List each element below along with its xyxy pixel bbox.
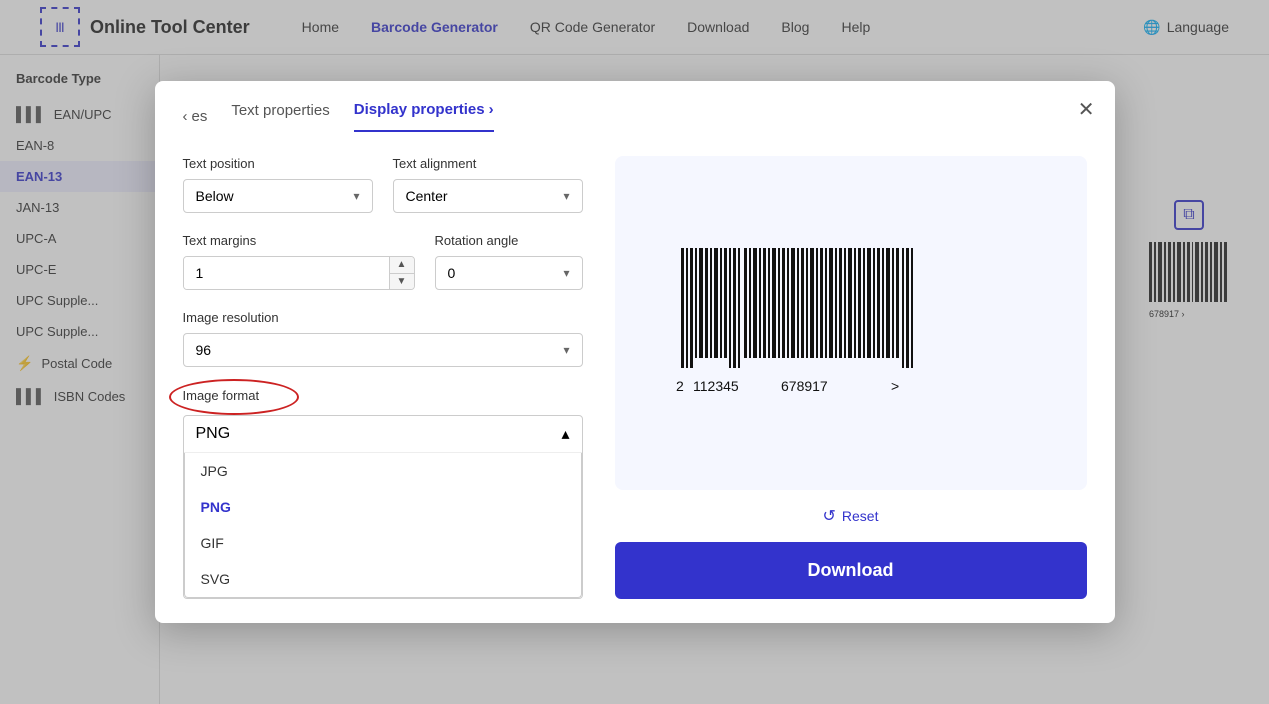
spinner-down-button[interactable]: ▼ <box>390 274 414 290</box>
chevron-down-icon-4: ▾ <box>563 343 569 357</box>
modal-dialog: ‹ es Text properties Display properties … <box>155 81 1115 623</box>
image-resolution-label: Image resolution <box>183 310 583 325</box>
tab-prev-label: es <box>192 108 208 125</box>
text-alignment-select[interactable]: Center ▾ <box>393 179 583 213</box>
text-position-label: Text position <box>183 156 373 171</box>
dropdown-item-jpg[interactable]: JPG <box>185 453 581 489</box>
tab-text-props-label: Text properties <box>231 102 329 119</box>
text-margins-input[interactable] <box>184 257 389 289</box>
text-position-value: Below <box>196 188 234 204</box>
image-format-selected-value: PNG <box>196 425 231 443</box>
form-group-text-margins: Text margins ▲ ▼ <box>183 233 415 290</box>
image-format-dropdown-header[interactable]: PNG ▴ <box>184 416 582 453</box>
text-margins-spinners: ▲ ▼ <box>389 257 414 289</box>
tab-text-properties[interactable]: Text properties <box>231 102 329 131</box>
spinner-up-button[interactable]: ▲ <box>390 257 414 274</box>
dropdown-item-png[interactable]: PNG <box>185 489 581 525</box>
chevron-down-icon: ▾ <box>353 189 359 203</box>
barcode-main-svg: 2 112345 678917 > <box>671 243 1031 403</box>
form-row-position-alignment: Text position Below ▾ Text alignment Cen… <box>183 156 583 213</box>
text-alignment-value: Center <box>406 188 448 204</box>
reset-row[interactable]: ↺ Reset <box>615 506 1087 526</box>
modal-right-panel: 2 112345 678917 > ↺ Reset Download <box>615 156 1087 599</box>
modal-header: ‹ es Text properties Display properties … <box>155 81 1115 132</box>
svg-text:112345: 112345 <box>693 378 739 394</box>
form-group-text-position: Text position Below ▾ <box>183 156 373 213</box>
download-button[interactable]: Download <box>615 542 1087 599</box>
close-button[interactable]: ✕ <box>1078 97 1095 122</box>
text-margins-label: Text margins <box>183 233 415 248</box>
image-format-dropdown[interactable]: PNG ▴ JPG PNG GIF SVG <box>183 415 583 599</box>
text-alignment-label: Text alignment <box>393 156 583 171</box>
svg-text:>: > <box>891 378 899 394</box>
reset-label: Reset <box>842 508 879 524</box>
dropdown-item-gif[interactable]: GIF <box>185 525 581 561</box>
barcode-svg-wrapper: 2 112345 678917 > <box>671 243 1031 403</box>
svg-text:678917: 678917 <box>781 378 828 394</box>
rotation-angle-select[interactable]: 0 ▾ <box>435 256 583 290</box>
dropdown-item-svg[interactable]: SVG <box>185 561 581 597</box>
tab-display-properties[interactable]: Display properties › <box>354 101 494 132</box>
image-resolution-value: 96 <box>196 342 212 358</box>
form-group-rotation-angle: Rotation angle 0 ▾ <box>435 233 583 290</box>
image-format-dropdown-list: JPG PNG GIF SVG <box>184 453 582 598</box>
reset-icon: ↺ <box>823 506 836 526</box>
form-row-margins-rotation: Text margins ▲ ▼ Rotation angle 0 <box>183 233 583 290</box>
image-format-label: Image format <box>183 388 260 403</box>
form-group-image-resolution: Image resolution 96 ▾ <box>183 310 583 367</box>
form-group-text-alignment: Text alignment Center ▾ <box>393 156 583 213</box>
chevron-down-icon-2: ▾ <box>563 189 569 203</box>
svg-text:2: 2 <box>676 378 684 394</box>
modal-overlay: ‹ es Text properties Display properties … <box>0 0 1269 704</box>
rotation-angle-label: Rotation angle <box>435 233 583 248</box>
text-position-select[interactable]: Below ▾ <box>183 179 373 213</box>
chevron-down-icon-3: ▾ <box>563 266 569 280</box>
chevron-up-icon: ▴ <box>561 424 569 444</box>
modal-body: Text position Below ▾ Text alignment Cen… <box>155 132 1115 623</box>
form-group-image-format: Image format PNG ▴ JPG PNG GIF <box>183 387 583 599</box>
chevron-right-icon: › <box>489 101 494 118</box>
tab-display-props-label: Display properties <box>354 101 485 118</box>
text-margins-input-group: ▲ ▼ <box>183 256 415 290</box>
tab-prev[interactable]: ‹ es <box>183 108 208 125</box>
rotation-angle-value: 0 <box>448 265 456 281</box>
chevron-left-icon: ‹ <box>183 108 188 125</box>
modal-left-panel: Text position Below ▾ Text alignment Cen… <box>183 156 583 599</box>
image-resolution-select[interactable]: 96 ▾ <box>183 333 583 367</box>
barcode-preview-box: 2 112345 678917 > <box>615 156 1087 490</box>
